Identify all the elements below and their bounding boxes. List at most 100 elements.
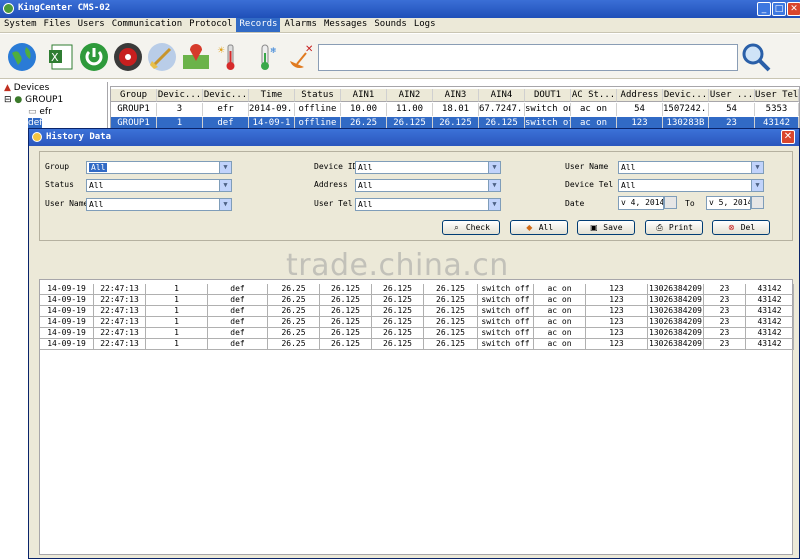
col-device-tel[interactable]: Devic... <box>663 89 709 102</box>
cell: ac on <box>534 317 586 328</box>
search-icon[interactable] <box>740 41 772 73</box>
menu-logs[interactable]: Logs <box>410 18 439 32</box>
grid-header: Group Devic... Devic... Time Status AIN1… <box>111 89 799 102</box>
table-row[interactable]: 14-09-19 22:47:13 1 def 26.25 26.125 26.125 26.… <box>40 339 794 350</box>
table-row[interactable]: 14-09-19 22:47:13 1 def 26.25 26.125 26.125 26.… <box>40 328 794 339</box>
search-input[interactable] <box>318 44 738 71</box>
close-button[interactable]: ✕ <box>787 2 800 16</box>
maximize-button[interactable]: □ <box>772 2 786 16</box>
chevron-down-icon[interactable]: ▼ <box>488 180 500 191</box>
globe-icon[interactable] <box>6 41 38 73</box>
calendar-icon[interactable] <box>751 196 764 209</box>
cell: 23 <box>704 317 746 328</box>
col-user-tel[interactable]: User Tel <box>755 89 799 102</box>
expand-icon[interactable]: ⊟ <box>4 95 12 105</box>
tree-root[interactable]: ▲ Devices <box>4 83 49 93</box>
check-button[interactable]: ⌕ Check <box>442 220 500 235</box>
menu-sounds[interactable]: Sounds <box>370 18 410 32</box>
tree-device-def[interactable]: def <box>28 118 43 128</box>
device-tel-select[interactable]: All ▼ <box>618 179 764 192</box>
table-row[interactable]: 14-09-19 22:47:13 1 def 26.25 26.125 26.125 26.… <box>40 284 794 295</box>
menu-system[interactable]: System <box>0 18 40 32</box>
col-status[interactable]: Status <box>295 89 341 102</box>
broom-icon[interactable] <box>146 41 178 73</box>
col-device-name[interactable]: Devic... <box>203 89 249 102</box>
cell: switch off <box>478 306 534 317</box>
temperature-icon[interactable]: ☀ <box>214 41 246 73</box>
print-button[interactable]: ⎙ Print <box>645 220 703 235</box>
group-select[interactable]: All ▼ <box>86 161 232 174</box>
table-row[interactable]: 14-09-19 22:47:13 1 def 26.25 26.125 26.125 26.… <box>40 317 794 328</box>
col-user-name[interactable]: User ... <box>709 89 755 102</box>
col-ain3[interactable]: AIN3 <box>433 89 479 102</box>
cell: 123 <box>586 328 648 339</box>
menu-communication[interactable]: Communication <box>108 18 185 32</box>
cell: 26.125 <box>372 339 424 350</box>
col-dout1[interactable]: DOUT1 <box>525 89 571 102</box>
cell: 54 <box>617 103 663 116</box>
menu-files[interactable]: Files <box>40 18 74 32</box>
date-from-input[interactable]: v 4, 2014 <box>618 196 664 210</box>
device-tel-label: Device Tel <box>565 180 614 189</box>
col-ac-status[interactable]: AC St... <box>571 89 617 102</box>
calendar-icon[interactable] <box>664 196 677 209</box>
dialog-titlebar: History Data ✕ <box>29 129 799 146</box>
date-to-input[interactable]: v 5, 2014 <box>706 196 751 210</box>
all-button[interactable]: ◆ All <box>510 220 568 235</box>
cell: 22:47:13 <box>94 339 146 350</box>
map-pin-icon[interactable] <box>180 41 212 73</box>
chevron-down-icon[interactable]: ▼ <box>219 180 231 191</box>
user-tel-select[interactable]: All ▼ <box>355 198 501 211</box>
delete-icon: ⊗ <box>728 223 735 232</box>
chevron-down-icon[interactable]: ▼ <box>219 199 231 210</box>
chevron-down-icon[interactable]: ▼ <box>751 162 763 173</box>
dialog-close-button[interactable]: ✕ <box>781 130 795 144</box>
chevron-down-icon[interactable]: ▼ <box>751 180 763 191</box>
cell: 26.25 <box>268 306 320 317</box>
device-id-select[interactable]: All ▼ <box>355 161 501 174</box>
cell: 26.25 <box>268 317 320 328</box>
delete-button[interactable]: ⊗ Del <box>712 220 770 235</box>
record-icon[interactable] <box>112 41 144 73</box>
user-tel-label: User Tel <box>314 199 353 208</box>
thermometer-icon[interactable]: ❄ <box>250 41 282 73</box>
tree-group[interactable]: ⊟ ● GROUP1 <box>4 95 63 105</box>
menu-messages[interactable]: Messages <box>320 18 370 32</box>
col-group[interactable]: Group <box>111 89 157 102</box>
menu-protocol[interactable]: Protocol <box>185 18 235 32</box>
menu-records[interactable]: Records <box>235 18 281 32</box>
all-icon: ◆ <box>526 223 533 232</box>
cell: 43142 <box>746 295 794 306</box>
cell: switch off <box>478 295 534 306</box>
chevron-down-icon[interactable]: ▼ <box>488 199 500 210</box>
cell: 22:47:13 <box>94 306 146 317</box>
chevron-down-icon[interactable]: ▼ <box>488 162 500 173</box>
status-select[interactable]: All ▼ <box>86 179 232 192</box>
excel-icon[interactable]: X <box>46 41 78 73</box>
tree-device-efr[interactable]: ▭ efr <box>28 107 52 117</box>
col-address[interactable]: Address <box>617 89 663 102</box>
menu-users[interactable]: Users <box>74 18 108 32</box>
user-name-select[interactable]: All ▼ <box>86 198 232 211</box>
table-row[interactable]: GROUP1 3 efr 2014-09... offline 10.00 11… <box>111 103 799 116</box>
cell: def <box>208 328 268 339</box>
cell: 13026384209 <box>648 295 704 306</box>
satellite-icon[interactable]: ✕ <box>284 41 316 73</box>
col-device-no[interactable]: Devic... <box>157 89 203 102</box>
power-icon[interactable] <box>78 41 110 73</box>
col-ain2[interactable]: AIN2 <box>387 89 433 102</box>
table-row[interactable]: 14-09-19 22:47:13 1 def 26.25 26.125 26.125 26.… <box>40 295 794 306</box>
table-row[interactable]: 14-09-19 22:47:13 1 def 26.25 26.125 26.125 26.… <box>40 306 794 317</box>
chevron-down-icon[interactable]: ▼ <box>219 162 231 173</box>
save-button[interactable]: ▣ Save <box>577 220 635 235</box>
col-time[interactable]: Time <box>249 89 295 102</box>
menu-alarms[interactable]: Alarms <box>280 18 320 32</box>
col-ain1[interactable]: AIN1 <box>341 89 387 102</box>
cell: 1 <box>146 295 208 306</box>
cell: 13026384209 <box>648 306 704 317</box>
col-ain4[interactable]: AIN4 <box>479 89 525 102</box>
user-name-select-2[interactable]: All ▼ <box>618 161 764 174</box>
address-select[interactable]: All ▼ <box>355 179 501 192</box>
minimize-button[interactable]: _ <box>757 2 771 16</box>
print-icon: ⎙ <box>656 223 663 232</box>
